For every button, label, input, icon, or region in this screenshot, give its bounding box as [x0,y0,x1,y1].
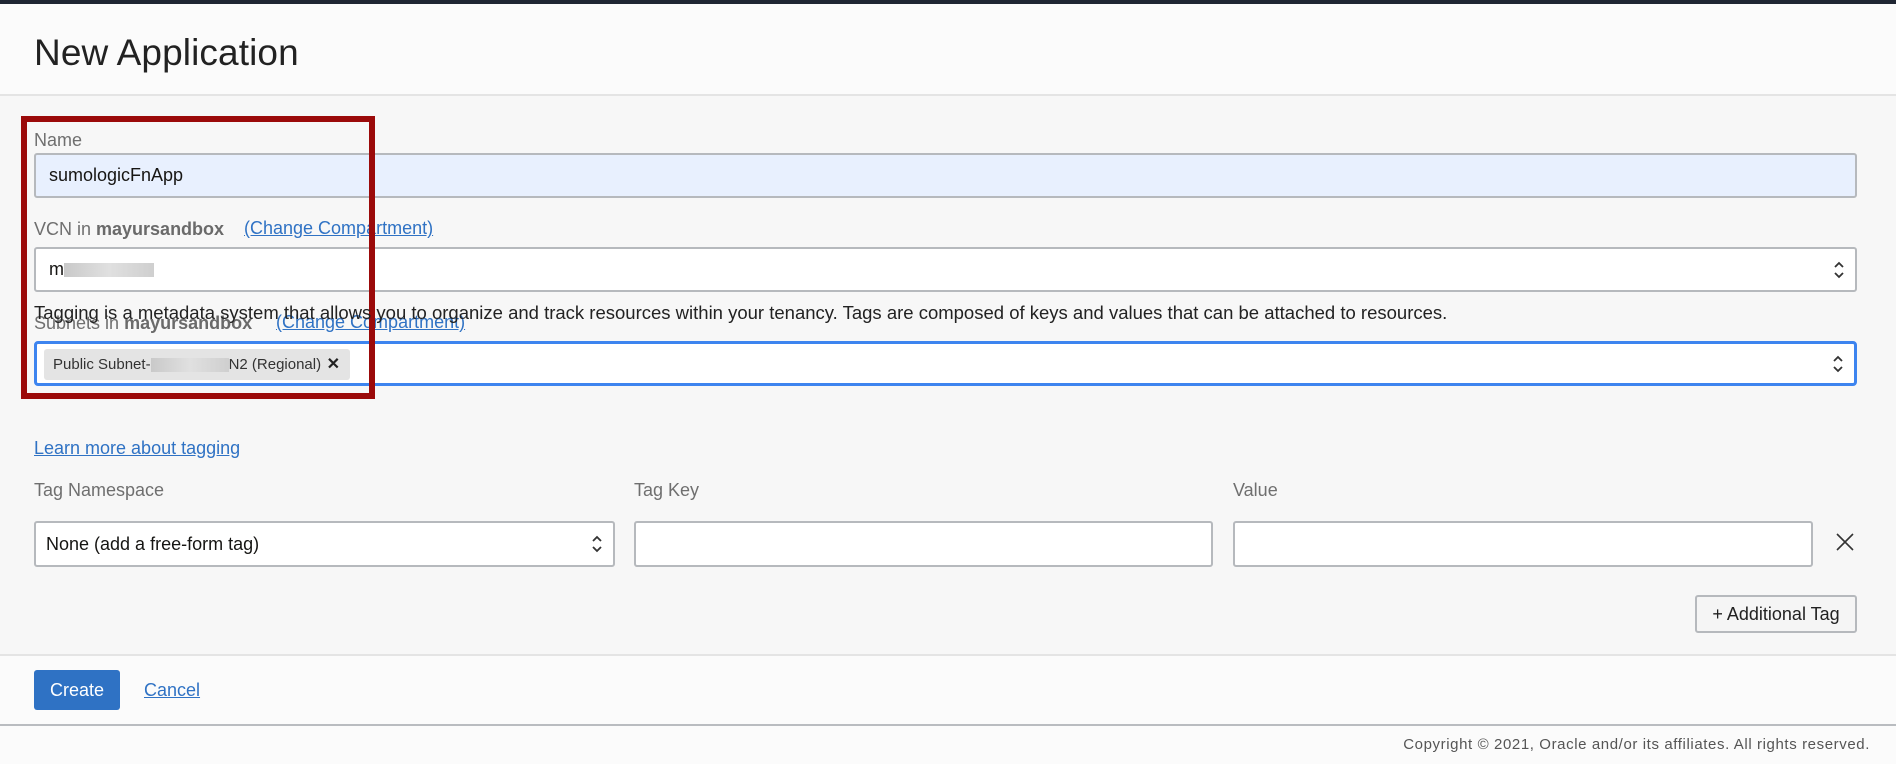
copyright-text: Copyright © 2021, Oracle and/or its affi… [1403,736,1870,753]
tag-value-input[interactable] [1233,521,1813,567]
select-updown-icon [592,535,602,553]
tag-namespace-select[interactable]: None (add a free-form tag) [34,521,615,567]
name-value: sumologicFnApp [49,165,184,185]
additional-tag-button[interactable]: + Additional Tag [1695,595,1857,633]
tag-key-input[interactable] [634,521,1213,567]
vcn-label: VCN in mayursandbox [34,219,224,240]
cancel-link[interactable]: Cancel [144,680,200,701]
learn-more-tagging-link[interactable]: Learn more about tagging [34,438,240,459]
tag-namespace-value: None (add a free-form tag) [46,534,260,554]
subnet-chip-prefix: Public Subnet- [53,356,151,373]
tag-value-label: Value [1233,480,1278,500]
remove-chip-icon[interactable]: ✕ [327,349,340,380]
name-label: Name [34,130,83,150]
subnet-redacted [150,358,229,373]
create-button[interactable]: Create [34,670,120,710]
tag-key-label: Tag Key [634,480,700,500]
subnet-chip-suffix: N2 (Regional) [228,356,322,373]
subnet-chip: Public Subnet- N2 (Regional) ✕ [44,349,350,380]
page-header: New Application [0,4,1896,96]
remove-tag-icon[interactable] [1834,531,1856,553]
vcn-compartment: mayursandbox [96,219,225,239]
subnets-multiselect[interactable]: Public Subnet- N2 (Regional) ✕ [34,341,1857,386]
tag-namespace-label: Tag Namespace [34,480,165,500]
vcn-select[interactable]: m [34,247,1857,292]
name-input[interactable]: sumologicFnApp [34,153,1857,198]
vcn-change-compartment-link[interactable]: (Change Compartment) [244,218,433,239]
vcn-label-prefix: VCN in [34,219,97,239]
tagging-description: Tagging is a metadata system that allows… [34,302,1448,323]
page-footer: Copyright © 2021, Oracle and/or its affi… [0,726,1896,764]
vcn-value-prefix: m [49,259,64,279]
select-updown-icon [1833,355,1843,372]
select-updown-icon [1834,261,1844,278]
vcn-redacted [64,263,154,278]
form-actions: Create Cancel [0,656,1896,724]
page-title: New Application [34,32,299,73]
